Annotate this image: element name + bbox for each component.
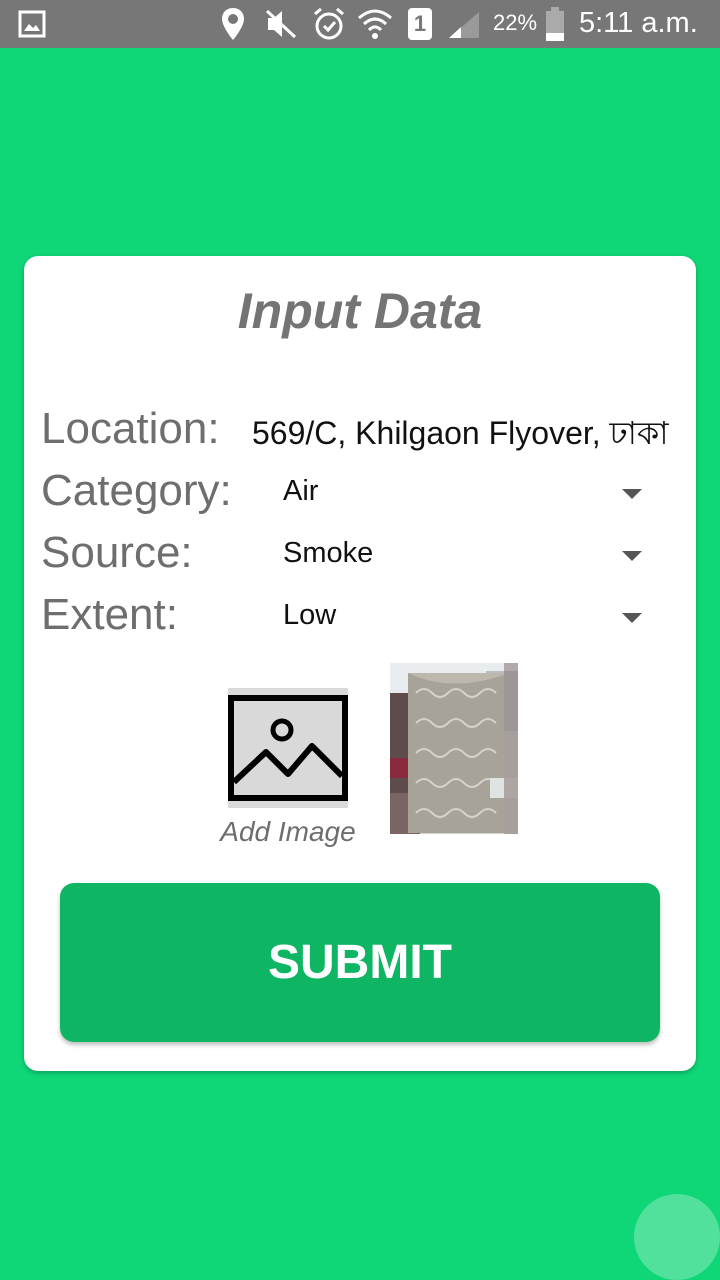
category-select[interactable]: Air [283, 467, 653, 517]
submit-button[interactable]: SUBMIT [60, 883, 660, 1042]
source-label: Source: [41, 528, 193, 577]
source-selected-value: Smoke [283, 537, 374, 569]
captured-photo-thumbnail[interactable] [390, 663, 518, 834]
extent-select[interactable]: Low [283, 591, 653, 641]
gallery-notification-icon [18, 10, 46, 38]
chevron-down-icon [622, 489, 642, 499]
touch-indicator [634, 1194, 720, 1280]
add-image-label: Add Image [220, 816, 356, 847]
battery-icon [546, 7, 564, 41]
chevron-down-icon [622, 551, 642, 561]
image-placeholder-icon [228, 695, 348, 801]
chevron-down-icon [622, 613, 642, 623]
sim-slot-number: 1 [413, 11, 427, 36]
wifi-icon [358, 9, 392, 39]
battery-percent: 22% [493, 10, 538, 35]
location-icon [222, 8, 244, 40]
clock: 5:11 a.m. [579, 7, 698, 39]
alarm-icon [314, 7, 344, 40]
category-selected-value: Air [283, 475, 319, 507]
location-label: Location: [41, 404, 220, 453]
location-value: 569/C, Khilgaon Flyover, ঢাকা [252, 415, 669, 451]
add-image-button[interactable] [228, 688, 348, 808]
signal-icon [449, 12, 479, 38]
extent-selected-value: Low [283, 599, 337, 631]
extent-label: Extent: [41, 590, 178, 639]
vibrate-off-icon [265, 9, 297, 39]
category-label: Category: [41, 466, 232, 515]
sim-slot-icon: 1 [408, 8, 432, 40]
status-bar: 1 22% 5:11 a.m. [0, 0, 720, 48]
source-select[interactable]: Smoke [283, 529, 653, 579]
page-title: Input Data [237, 283, 483, 339]
